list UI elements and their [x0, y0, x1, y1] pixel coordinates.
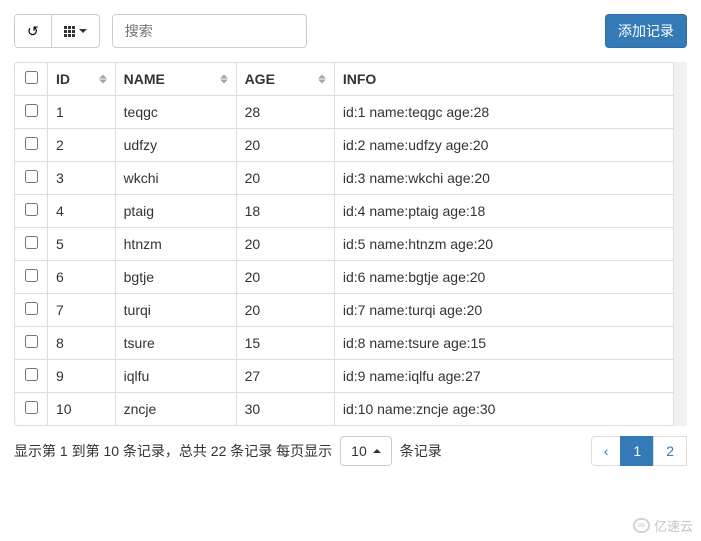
col-id-header[interactable]: ID: [47, 63, 115, 95]
table-row: 5htnzm20id:5 name:htnzm age:20: [15, 227, 686, 260]
table-row: 2udfzy20id:2 name:udfzy age:20: [15, 128, 686, 161]
cell-id: 3: [47, 161, 115, 194]
cell-age: 20: [236, 293, 334, 326]
cell-name: htnzm: [115, 227, 236, 260]
cell-age: 15: [236, 326, 334, 359]
scrollbar[interactable]: [673, 62, 687, 426]
cell-age: 27: [236, 359, 334, 392]
cell-id: 10: [47, 392, 115, 425]
row-checkbox[interactable]: [25, 401, 38, 414]
cell-id: 2: [47, 128, 115, 161]
cell-info: id:2 name:udfzy age:20: [334, 128, 686, 161]
sort-icon: [318, 75, 326, 84]
add-record-button[interactable]: 添加记录: [605, 14, 687, 48]
pagination: ‹12: [592, 436, 687, 466]
cell-age: 20: [236, 227, 334, 260]
cell-info: id:5 name:htnzm age:20: [334, 227, 686, 260]
cell-info: id:4 name:ptaig age:18: [334, 194, 686, 227]
col-info-header[interactable]: INFO: [334, 63, 686, 95]
table-row: 3wkchi20id:3 name:wkchi age:20: [15, 161, 686, 194]
cell-info: id:6 name:bgtje age:20: [334, 260, 686, 293]
table-row: 4ptaig18id:4 name:ptaig age:18: [15, 194, 686, 227]
cell-id: 5: [47, 227, 115, 260]
page-1[interactable]: 1: [620, 436, 654, 466]
cell-id: 7: [47, 293, 115, 326]
table-row: 1teqgc28id:1 name:teqgc age:28: [15, 95, 686, 128]
data-table: ID NAME AGE INFO 1teqgc28id:1 name:teqgc…: [14, 62, 687, 426]
table-row: 9iqlfu27id:9 name:iqlfu age:27: [15, 359, 686, 392]
search-input[interactable]: [112, 14, 307, 48]
cell-id: 4: [47, 194, 115, 227]
cell-age: 20: [236, 260, 334, 293]
page-prev[interactable]: ‹: [591, 436, 622, 466]
sort-icon: [220, 75, 228, 84]
cell-id: 6: [47, 260, 115, 293]
row-checkbox[interactable]: [25, 170, 38, 183]
col-name-header[interactable]: NAME: [115, 63, 236, 95]
cloud-icon: ∞: [633, 518, 650, 533]
cell-name: teqgc: [115, 95, 236, 128]
row-checkbox[interactable]: [25, 236, 38, 249]
cell-info: id:7 name:turqi age:20: [334, 293, 686, 326]
cell-name: iqlfu: [115, 359, 236, 392]
cell-name: turqi: [115, 293, 236, 326]
cell-age: 30: [236, 392, 334, 425]
row-checkbox[interactable]: [25, 203, 38, 216]
cell-info: id:10 name:zncje age:30: [334, 392, 686, 425]
cell-name: bgtje: [115, 260, 236, 293]
cell-id: 8: [47, 326, 115, 359]
cell-info: id:8 name:tsure age:15: [334, 326, 686, 359]
row-checkbox[interactable]: [25, 302, 38, 315]
caret-up-icon: [373, 449, 381, 453]
caret-down-icon: [79, 29, 87, 33]
cell-name: wkchi: [115, 161, 236, 194]
cell-name: ptaig: [115, 194, 236, 227]
row-checkbox[interactable]: [25, 368, 38, 381]
row-checkbox[interactable]: [25, 335, 38, 348]
refresh-button[interactable]: ↻: [14, 14, 52, 48]
cell-info: id:1 name:teqgc age:28: [334, 95, 686, 128]
cell-info: id:9 name:iqlfu age:27: [334, 359, 686, 392]
cell-info: id:3 name:wkchi age:20: [334, 161, 686, 194]
page-size-select[interactable]: 10: [340, 436, 392, 466]
columns-toggle-button[interactable]: [52, 14, 100, 48]
cell-age: 18: [236, 194, 334, 227]
cell-name: udfzy: [115, 128, 236, 161]
row-checkbox[interactable]: [25, 137, 38, 150]
table-row: 6bgtje20id:6 name:bgtje age:20: [15, 260, 686, 293]
cell-id: 9: [47, 359, 115, 392]
pagination-info-suffix: 条记录: [400, 441, 442, 461]
col-age-header[interactable]: AGE: [236, 63, 334, 95]
cell-name: zncje: [115, 392, 236, 425]
cell-id: 1: [47, 95, 115, 128]
watermark: ∞ 亿速云: [633, 516, 693, 535]
sort-icon: [99, 75, 107, 84]
cell-age: 20: [236, 128, 334, 161]
table-row: 10zncje30id:10 name:zncje age:30: [15, 392, 686, 425]
select-all-header: [15, 63, 47, 95]
pagination-info: 显示第 1 到第 10 条记录，总共 22 条记录 每页显示: [14, 441, 332, 461]
table-row: 8tsure15id:8 name:tsure age:15: [15, 326, 686, 359]
row-checkbox[interactable]: [25, 269, 38, 282]
grid-icon: [64, 26, 75, 37]
cell-age: 20: [236, 161, 334, 194]
cell-name: tsure: [115, 326, 236, 359]
cell-age: 28: [236, 95, 334, 128]
select-all-checkbox[interactable]: [25, 71, 38, 84]
table-row: 7turqi20id:7 name:turqi age:20: [15, 293, 686, 326]
row-checkbox[interactable]: [25, 104, 38, 117]
page-2[interactable]: 2: [653, 436, 687, 466]
refresh-icon: ↻: [27, 23, 39, 40]
